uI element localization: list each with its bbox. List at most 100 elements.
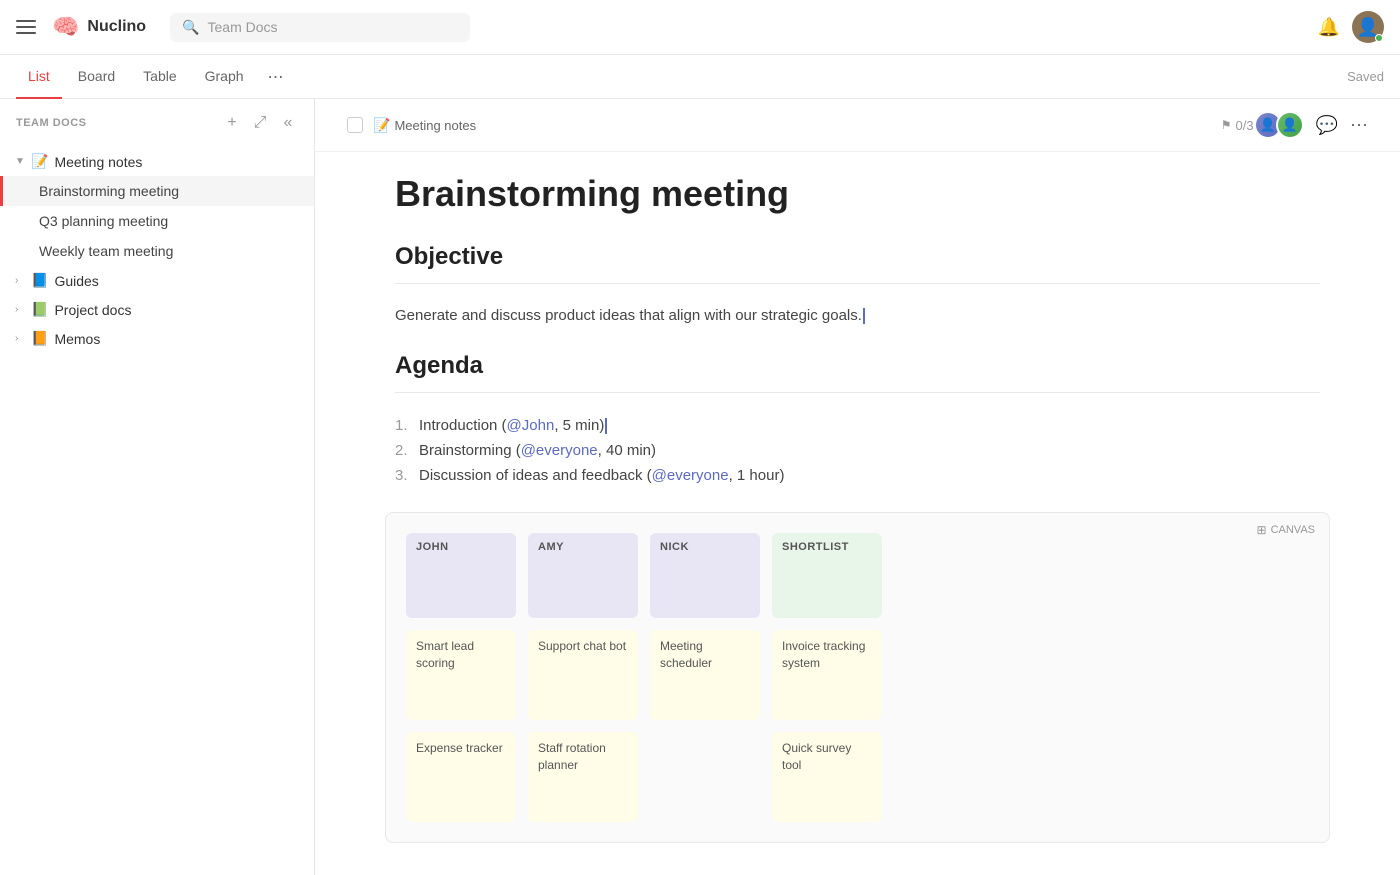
sidebar-item-brainstorming[interactable]: Brainstorming meeting (0, 176, 314, 206)
document-body: Brainstorming meeting Objective Generate… (315, 152, 1400, 875)
tabs-bar: List Board Table Graph ⋯ Saved (0, 55, 1400, 99)
canvas-card-invoice-tracking[interactable]: Invoice tracking system (772, 630, 882, 720)
canvas-card-staff-rotation[interactable]: Staff rotation planner (528, 732, 638, 822)
item-checkbox-meeting-notes[interactable] (286, 154, 302, 170)
task-flag-icon: ⚑ (1221, 118, 1232, 132)
notifications-bell-icon[interactable]: 🔔 (1318, 17, 1340, 38)
document-checkbox[interactable] (347, 117, 363, 133)
guides-icon: 📘 (31, 272, 48, 289)
canvas-column-headers: JOHN AMY NICK SHORTLIST (406, 533, 1309, 618)
tab-graph[interactable]: Graph (193, 55, 256, 99)
top-bar: 🧠 Nuclino 🔍 Team Docs 🔔 👤 (0, 0, 1400, 55)
meeting-notes-icon: 📝 (31, 153, 48, 170)
meeting-notes-children: Brainstorming meeting Q3 planning meetin… (0, 176, 314, 266)
canvas-row1-empty (894, 630, 1309, 720)
agenda-text-1: Introduction ( (419, 417, 507, 434)
canvas-col-empty (894, 533, 1309, 618)
item-checkbox-memos[interactable] (286, 331, 302, 347)
search-bar[interactable]: 🔍 Team Docs (170, 13, 470, 42)
memos-icon: 📙 (31, 330, 48, 347)
child-label-weekly: Weekly team meeting (39, 243, 173, 259)
content-header-right: 👤 👤 💬 ⋯ (1254, 111, 1368, 139)
expand-sidebar-button[interactable]: ⤢ (250, 113, 270, 133)
document-more-icon[interactable]: ⋯ (1350, 115, 1368, 136)
group-name-memos: Memos (54, 331, 286, 347)
tasks-badge: ⚑ 0/3 (1221, 118, 1254, 133)
canvas-card-meeting-scheduler[interactable]: Meeting scheduler (650, 630, 760, 720)
tasks-count: 0/3 (1236, 118, 1254, 133)
child-label-q3: Q3 planning meeting (39, 213, 168, 229)
breadcrumb: 📝 Meeting notes (373, 117, 1221, 134)
objective-divider (395, 283, 1320, 284)
tab-table[interactable]: Table (131, 55, 188, 99)
logo-icon: 🧠 (52, 14, 79, 40)
canvas-card-quick-survey[interactable]: Quick survey tool (772, 732, 882, 822)
agenda-heading: Agenda (395, 352, 1320, 380)
chevron-right-icon-2: › (15, 304, 27, 315)
canvas-row2-empty (894, 732, 1309, 822)
canvas-row-1: Smart lead scoring Support chat bot Meet… (406, 630, 1309, 720)
text-cursor-2 (605, 418, 607, 434)
saved-label: Saved (1347, 69, 1384, 84)
group-name-meeting-notes: Meeting notes (54, 154, 286, 170)
item-checkbox-guides[interactable] (286, 273, 302, 289)
collapse-sidebar-button[interactable]: « (278, 113, 298, 133)
canvas-col-nick: NICK (650, 533, 760, 618)
logo: 🧠 Nuclino (52, 14, 146, 40)
sidebar-group-guides: › 📘 Guides (0, 266, 314, 295)
sidebar-item-q3-planning[interactable]: Q3 planning meeting (0, 206, 314, 236)
canvas-block: ⊞ CANVAS JOHN AMY NICK SHORTLIST (385, 512, 1330, 843)
logo-text: Nuclino (87, 18, 146, 36)
canvas-card-expense-tracker[interactable]: Expense tracker (406, 732, 516, 822)
agenda-item-3: 3. Discussion of ideas and feedback (@ev… (395, 463, 1320, 488)
sidebar-group-meeting-notes: ▼ 📝 Meeting notes Brainstorming meeting … (0, 147, 314, 266)
canvas-col-shortlist: SHORTLIST (772, 533, 882, 618)
sidebar: TEAM DOCS + ⤢ « ▼ 📝 Meeting notes (0, 99, 315, 875)
objective-heading: Objective (395, 243, 1320, 271)
tab-board[interactable]: Board (66, 55, 127, 99)
canvas-card-support-chat[interactable]: Support chat bot (528, 630, 638, 720)
chat-icon[interactable]: 💬 (1316, 115, 1338, 136)
canvas-row-2: Expense tracker Staff rotation planner Q… (406, 732, 1309, 822)
collaborator-avatar-2: 👤 (1276, 111, 1304, 139)
agenda-list: 1. Introduction (@John, 5 min) 2. Brains… (395, 413, 1320, 488)
add-item-button[interactable]: + (222, 113, 242, 133)
hamburger-menu[interactable] (16, 20, 36, 34)
group-name-guides: Guides (54, 273, 286, 289)
sidebar-group-header-meeting-notes[interactable]: ▼ 📝 Meeting notes (0, 147, 314, 176)
agenda-rest-1: , 5 min) (554, 417, 604, 434)
sidebar-title: TEAM DOCS (16, 117, 222, 129)
sidebar-header: TEAM DOCS + ⤢ « (0, 99, 314, 147)
canvas-card-empty-nick (650, 732, 760, 822)
sidebar-group-header-memos[interactable]: › 📙 Memos (0, 324, 314, 353)
item-checkbox-project-docs[interactable] (286, 302, 302, 318)
sidebar-item-weekly-team[interactable]: Weekly team meeting (0, 236, 314, 266)
sidebar-group-project-docs: › 📗 Project docs (0, 295, 314, 324)
agenda-rest-2: , 40 min) (598, 442, 656, 459)
content-header: 📝 Meeting notes ⚑ 0/3 👤 👤 💬 ⋯ (315, 99, 1400, 152)
mention-john: @John (507, 417, 555, 434)
user-avatar[interactable]: 👤 (1352, 11, 1384, 43)
mention-everyone-2: @everyone (652, 467, 729, 484)
canvas-label-text: CANVAS (1271, 524, 1315, 536)
canvas-label: ⊞ CANVAS (1257, 523, 1315, 537)
sidebar-group-header-guides[interactable]: › 📘 Guides (0, 266, 314, 295)
tab-list[interactable]: List (16, 55, 62, 99)
chevron-right-icon-3: › (15, 333, 27, 344)
agenda-text-2: Brainstorming ( (419, 442, 521, 459)
canvas-icon: ⊞ (1257, 523, 1267, 537)
agenda-item-2: 2. Brainstorming (@everyone, 40 min) (395, 438, 1320, 463)
agenda-item-1: 1. Introduction (@John, 5 min) (395, 413, 1320, 438)
tabs-more-icon[interactable]: ⋯ (268, 67, 284, 87)
agenda-divider (395, 392, 1320, 393)
chevron-right-icon: › (15, 275, 27, 286)
sidebar-group-header-project-docs[interactable]: › 📗 Project docs (0, 295, 314, 324)
search-icon: 🔍 (182, 19, 199, 36)
agenda-num-2: 2. (395, 442, 413, 459)
canvas-card-smart-lead[interactable]: Smart lead scoring (406, 630, 516, 720)
agenda-num-1: 1. (395, 417, 413, 434)
sidebar-group-memos: › 📙 Memos (0, 324, 314, 353)
collaborators-avatars: 👤 👤 (1254, 111, 1304, 139)
content-area: 📝 Meeting notes ⚑ 0/3 👤 👤 💬 ⋯ Brainstorm… (315, 99, 1400, 875)
agenda-num-3: 3. (395, 467, 413, 484)
